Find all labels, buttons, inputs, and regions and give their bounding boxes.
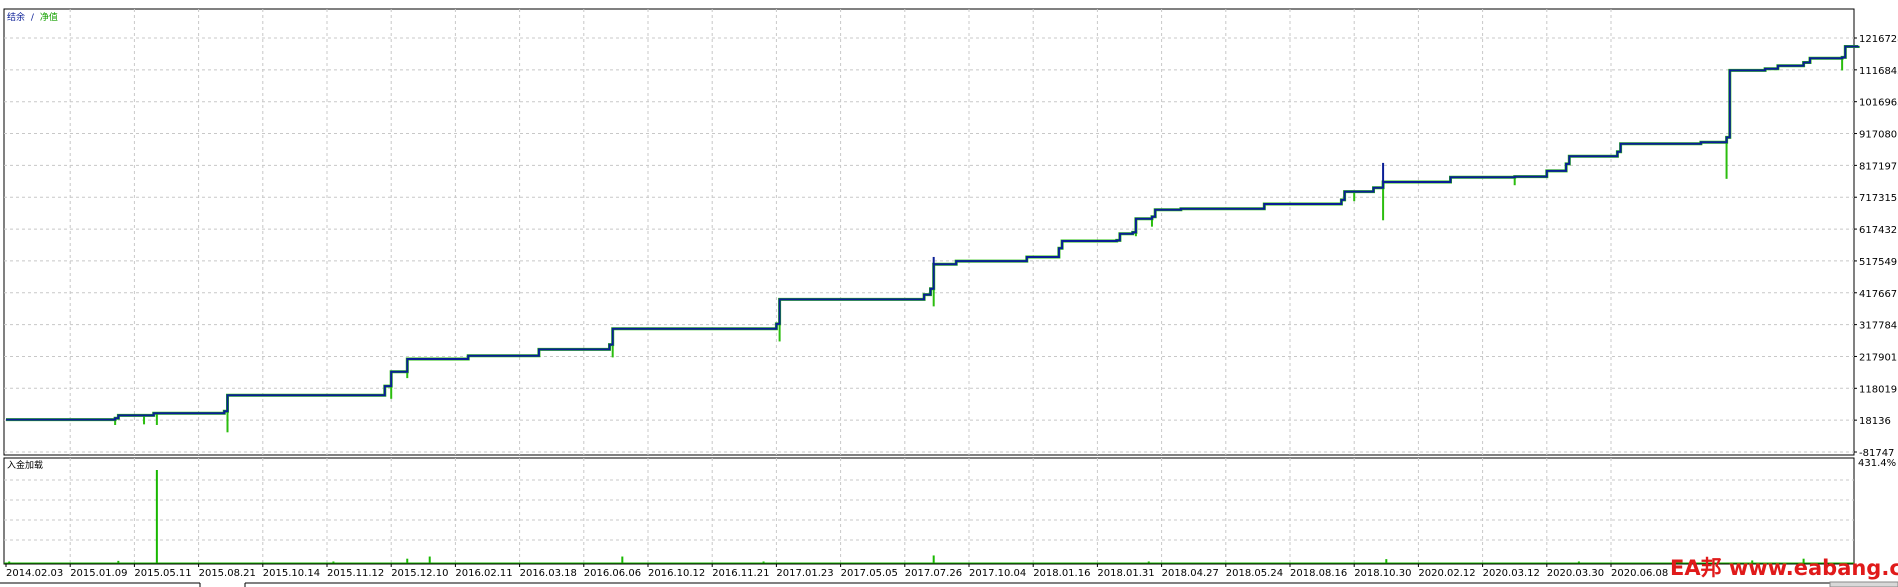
x-tick-label: 2020.03.30 [1547, 568, 1604, 579]
x-tick-label: 2016.10.12 [648, 568, 705, 579]
x-tick-label: 2014.02.03 [6, 568, 63, 579]
x-tick-label: 2020.06.08 [1611, 568, 1668, 579]
x-tick-label: 2017.05.05 [841, 568, 898, 579]
legend-balance-label: 结余 [7, 11, 25, 23]
x-tick-label: 2015.11.12 [327, 568, 384, 579]
y-tick-label: 717315 [1859, 193, 1897, 204]
x-tick-label: 2018.10.30 [1354, 568, 1411, 579]
x-tick-label: 2016.02.11 [455, 568, 512, 579]
x-tick-label: 2016.03.18 [520, 568, 577, 579]
y-tick-label: 217901 [1859, 352, 1897, 363]
y-tick-label: 1016963 [1859, 98, 1898, 109]
x-tick-label: 2017.07.26 [905, 568, 962, 579]
x-tick-label: 2015.05.11 [134, 568, 191, 579]
deposit-load-max-label: 431.4% [1858, 458, 1896, 469]
deposit-load-panel [3, 457, 1855, 565]
x-tick-label: 2018.01.31 [1097, 568, 1154, 579]
y-tick-label: 1216728 [1859, 34, 1898, 45]
y-tick-label: 817197 [1859, 161, 1897, 172]
chart-root: 1216728 1116845 1016963 917080 817197 717315 6… [0, 8, 1898, 587]
scrollbar-thumb[interactable] [1829, 581, 1898, 587]
x-tick-label: 2015.08.21 [199, 568, 256, 579]
x-tick-label: 2020.03.12 [1483, 568, 1540, 579]
y-axis-ticks: 1216728 1116845 1016963 917080 817197 717315 6… [1854, 34, 1898, 459]
deposit-load-label: 入金加载 [7, 459, 43, 471]
x-axis-ticks: 2014.02.03 2015.01.09 2015.05.11 2015.08.21… [5, 564, 1668, 579]
y-tick-label: 517549 [1859, 257, 1897, 268]
y-tick-label: 917080 [1859, 130, 1897, 141]
legend-equity-label: 净值 [40, 11, 58, 23]
x-tick-label: 2016.11.21 [712, 568, 769, 579]
x-tick-label: 2018.04.27 [1162, 568, 1219, 579]
legend-separator: / [31, 13, 35, 23]
y-tick-label: 118019 [1859, 384, 1897, 395]
x-tick-label: 2015.10.14 [263, 568, 320, 579]
y-tick-label: 1116845 [1859, 66, 1898, 77]
x-tick-label: 2017.01.23 [776, 568, 833, 579]
y-tick-label: 18136 [1859, 416, 1891, 427]
watermark: EA邦 www.eabang.com [1670, 556, 1898, 580]
y-tick-label: 417667 [1859, 289, 1897, 300]
x-tick-label: 2016.06.06 [584, 568, 641, 579]
y-tick-label: 317784 [1859, 321, 1897, 332]
x-tick-label: 2020.02.12 [1418, 568, 1475, 579]
x-tick-label: 2018.01.16 [1033, 568, 1090, 579]
x-tick-label: 2015.01.09 [70, 568, 127, 579]
x-tick-label: 2018.08.16 [1290, 568, 1347, 579]
x-tick-label: 2017.10.04 [969, 568, 1026, 579]
x-tick-label: 2015.12.10 [391, 568, 448, 579]
x-tick-label: 2018.05.24 [1226, 568, 1283, 579]
y-tick-label: 617432 [1859, 225, 1897, 236]
legend: 结余 / 净值 [7, 11, 58, 23]
